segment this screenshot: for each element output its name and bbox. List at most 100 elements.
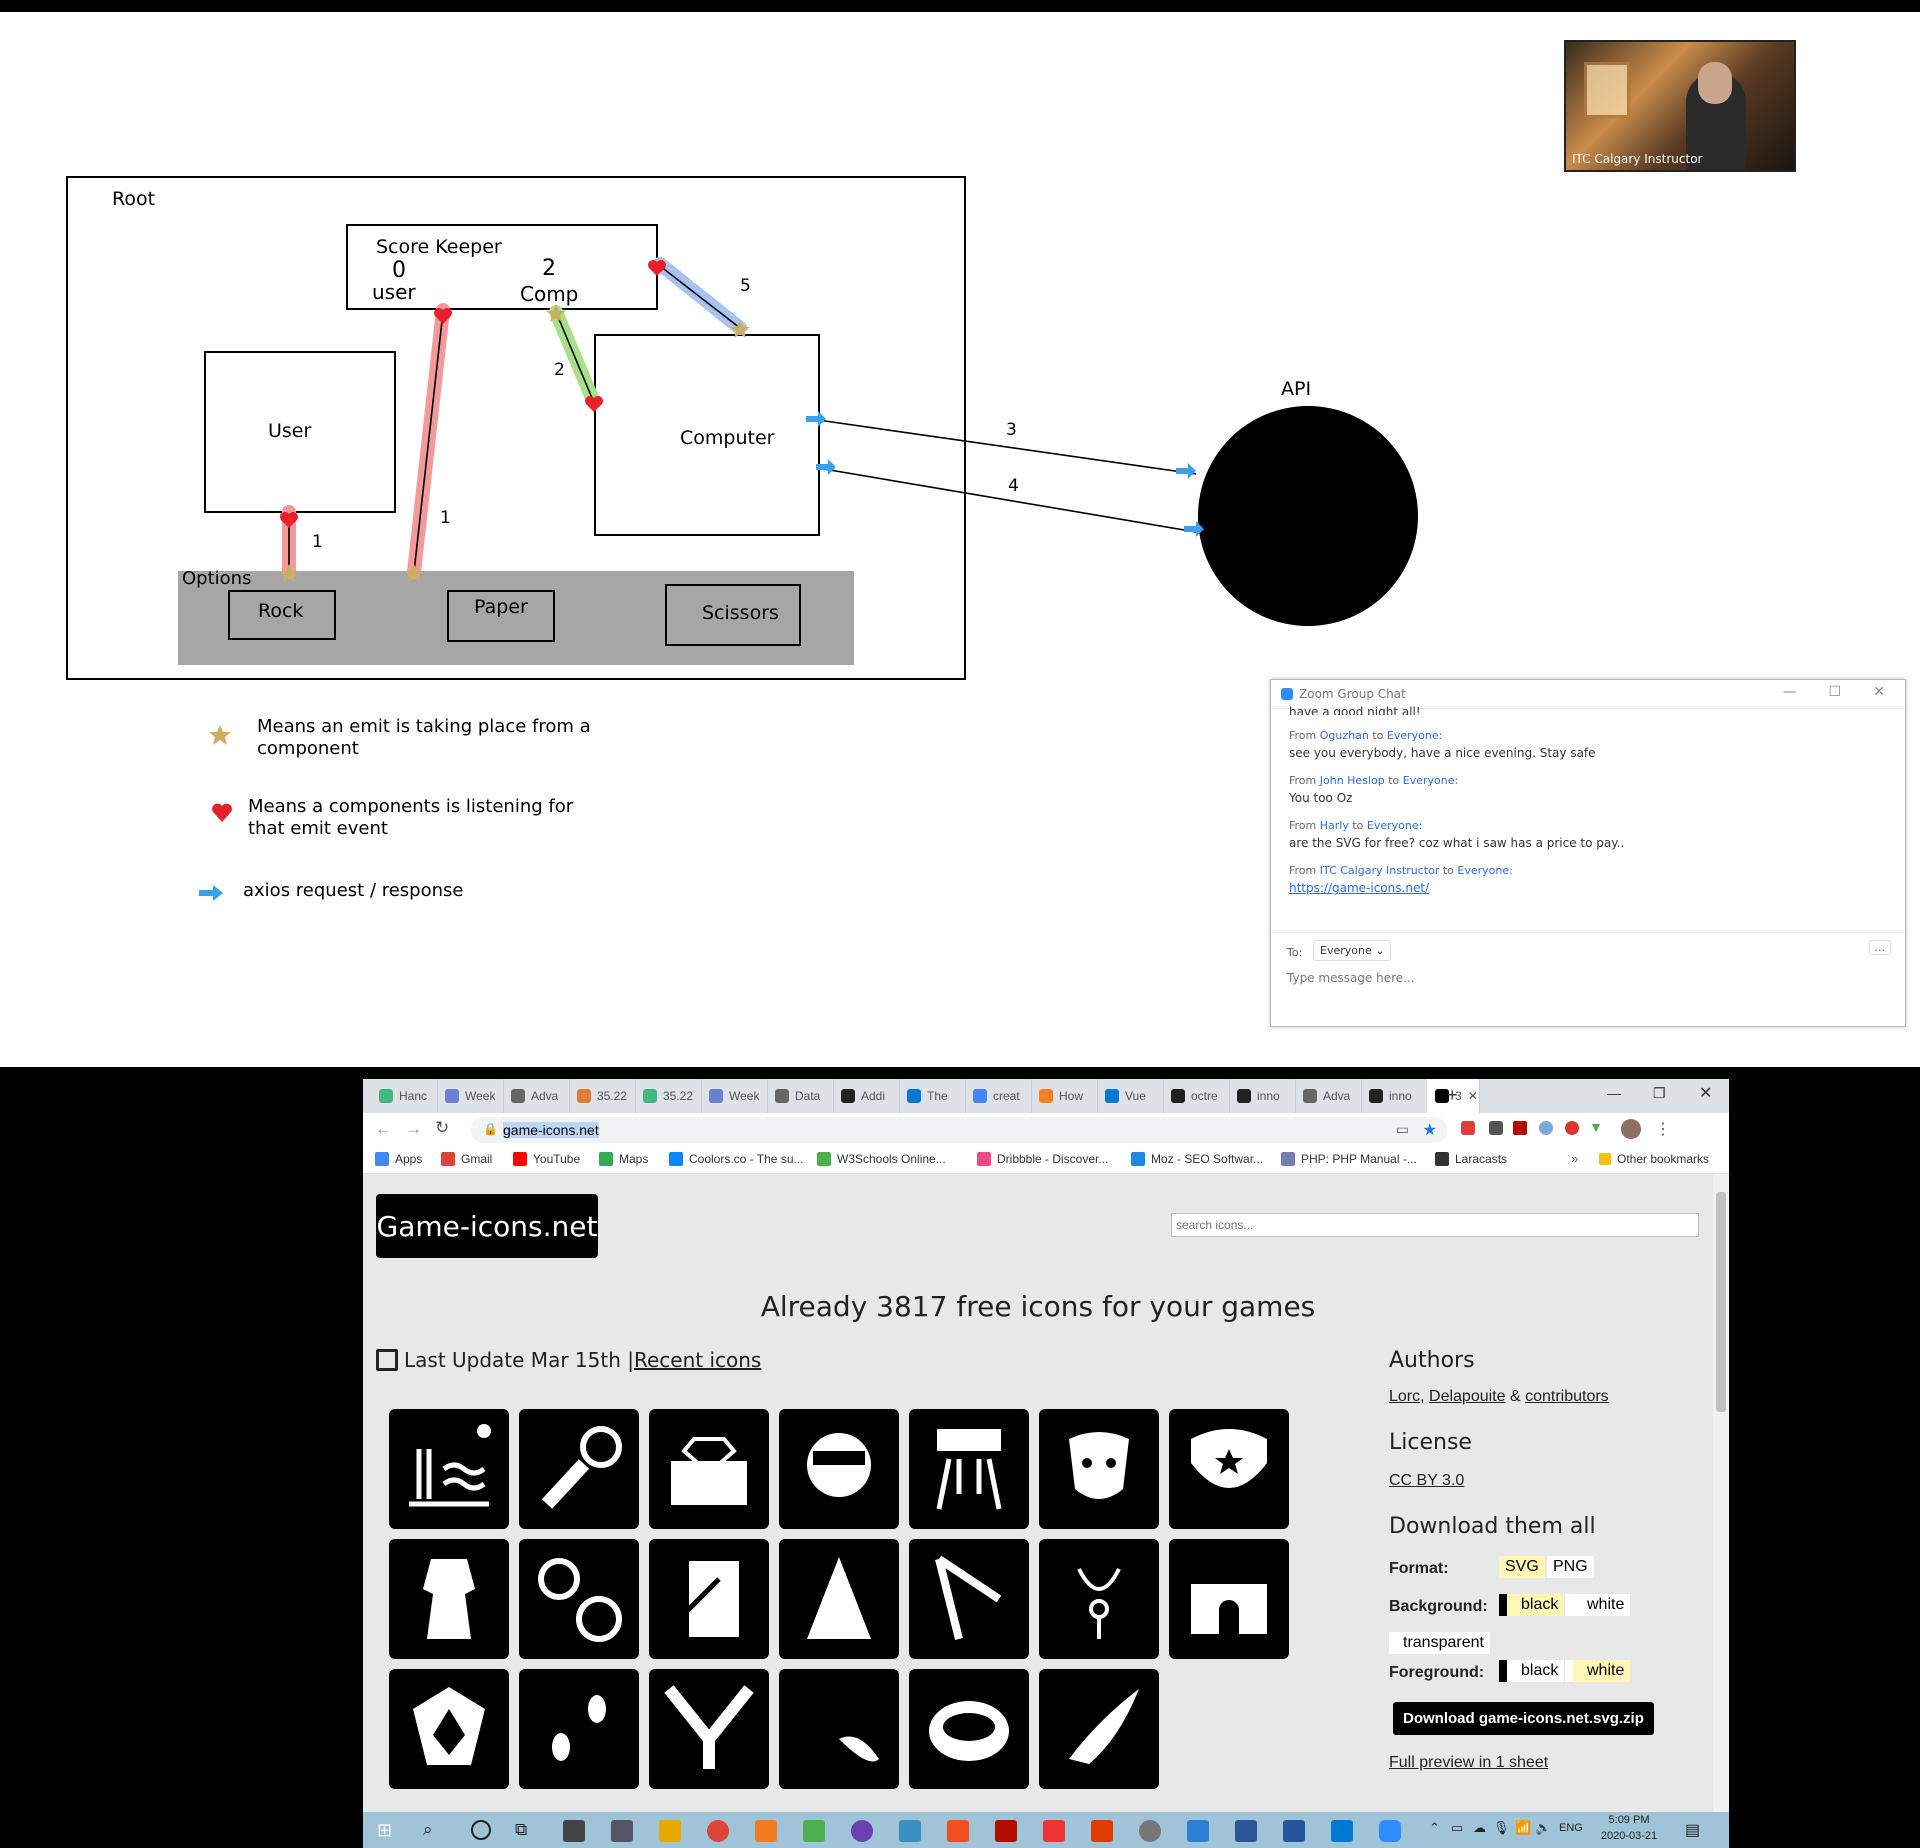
- windows-start-icon[interactable]: ⊞: [377, 1820, 392, 1841]
- soldier-hat-icon[interactable]: [1169, 1409, 1289, 1529]
- close-icon[interactable]: ✕: [1873, 684, 1885, 700]
- browser-tab[interactable]: Data: [767, 1079, 834, 1113]
- chrome-icon[interactable]: [707, 1820, 729, 1842]
- chat-message-input[interactable]: [1285, 970, 1879, 986]
- full-preview-link[interactable]: Full preview in 1 sheet: [1389, 1754, 1548, 1772]
- browser-tab[interactable]: Vue: [1097, 1079, 1164, 1113]
- bookmark-item[interactable]: Laracasts: [1435, 1147, 1507, 1171]
- site-logo[interactable]: Game-icons.net: [376, 1194, 598, 1258]
- watch-icon[interactable]: [519, 1539, 639, 1659]
- jewel-box-icon[interactable]: [649, 1409, 769, 1529]
- bookmark-item[interactable]: Apps: [375, 1147, 422, 1171]
- pearl-shell-icon[interactable]: [909, 1669, 1029, 1789]
- recipient[interactable]: Everyone:: [1367, 819, 1422, 832]
- bookmark-item[interactable]: W3Schools Online...: [817, 1147, 946, 1171]
- other-bookmarks[interactable]: Other bookmarks: [1617, 1152, 1709, 1166]
- language-indicator[interactable]: ENG: [1559, 1822, 1583, 1834]
- close-tab-icon[interactable]: ✕: [1468, 1089, 1478, 1103]
- chat-message-link[interactable]: https://game-icons.net/: [1289, 881, 1905, 895]
- recipient[interactable]: Everyone:: [1403, 774, 1458, 787]
- volume-icon[interactable]: 🔊: [1535, 1820, 1551, 1836]
- kebab-menu-icon[interactable]: ⋮: [1655, 1119, 1671, 1139]
- recipient-dropdown[interactable]: Everyone ⌄: [1313, 940, 1392, 961]
- author-delapouite-link[interactable]: Delapouite: [1429, 1388, 1506, 1405]
- avatar[interactable]: [1621, 1119, 1641, 1139]
- browser-tab[interactable]: The: [899, 1079, 966, 1113]
- background-black-option[interactable]: black: [1499, 1594, 1565, 1616]
- page-scrollbar[interactable]: [1713, 1174, 1729, 1812]
- tray-expand-icon[interactable]: ⌃: [1429, 1820, 1440, 1836]
- extension-icon[interactable]: [1539, 1121, 1553, 1135]
- wifi-icon[interactable]: 📶: [1515, 1820, 1531, 1836]
- figma-icon[interactable]: [947, 1820, 969, 1842]
- clock-time[interactable]: 5:09 PM: [1599, 1814, 1659, 1826]
- cloud-icon[interactable]: ☁: [1473, 1820, 1486, 1836]
- app-icon[interactable]: [851, 1820, 873, 1842]
- bookmarks-overflow[interactable]: »: [1571, 1151, 1578, 1166]
- color-picker-extension-icon[interactable]: [1489, 1121, 1503, 1135]
- robot-claw-icon[interactable]: [909, 1409, 1029, 1529]
- maximize-icon[interactable]: ☐: [1828, 684, 1841, 700]
- shield-icon[interactable]: [389, 1669, 509, 1789]
- bookmark-item[interactable]: Coolors.co - The su...: [669, 1147, 804, 1171]
- browser-tab[interactable]: Hanc: [371, 1079, 438, 1113]
- restore-window-icon[interactable]: ❐: [1653, 1085, 1666, 1102]
- browser-tab[interactable]: Addi: [833, 1079, 900, 1113]
- bookmark-item[interactable]: Maps: [599, 1147, 648, 1171]
- sender[interactable]: John Heslop: [1320, 774, 1385, 787]
- remote-desktop-icon[interactable]: [1187, 1820, 1209, 1842]
- browser-tab[interactable]: inno: [1361, 1079, 1428, 1113]
- license-link[interactable]: CC BY 3.0: [1389, 1472, 1464, 1490]
- app-icon[interactable]: [899, 1820, 921, 1842]
- broom-icon[interactable]: [779, 1669, 899, 1789]
- footprints-icon[interactable]: [519, 1669, 639, 1789]
- search-input[interactable]: [1171, 1213, 1699, 1237]
- sourcetree-icon[interactable]: [803, 1820, 825, 1842]
- prism-icon[interactable]: [909, 1539, 1029, 1659]
- zoom-taskbar-icon[interactable]: [1379, 1820, 1401, 1842]
- forward-icon[interactable]: →: [405, 1119, 422, 1139]
- tower-icon[interactable]: [779, 1539, 899, 1659]
- sender[interactable]: ITC Calgary Instructor: [1320, 864, 1440, 877]
- word-icon[interactable]: [1235, 1820, 1257, 1842]
- vue-devtools-icon[interactable]: ▼: [1589, 1119, 1603, 1135]
- foreground-black-option[interactable]: black: [1499, 1660, 1565, 1682]
- aviator-icon[interactable]: [779, 1409, 899, 1529]
- tree-split-icon[interactable]: [649, 1669, 769, 1789]
- browser-tab[interactable]: Adva: [503, 1079, 570, 1113]
- browser-tab[interactable]: 35.22: [635, 1079, 702, 1113]
- cast-icon[interactable]: ▭: [1396, 1121, 1409, 1138]
- office-icon[interactable]: [1091, 1820, 1113, 1842]
- foreground-white-option[interactable]: white: [1565, 1660, 1631, 1682]
- dress-icon[interactable]: [389, 1539, 509, 1659]
- microphone-icon[interactable]: 🎙: [1493, 1820, 1510, 1836]
- recipient[interactable]: Everyone:: [1387, 729, 1442, 742]
- download-zip-button[interactable]: Download game-icons.net.svg.zip: [1393, 1702, 1654, 1735]
- bookmark-item[interactable]: Dribbble - Discover...: [977, 1147, 1108, 1171]
- quill-scroll-icon[interactable]: [649, 1539, 769, 1659]
- sender[interactable]: Harly: [1320, 819, 1349, 832]
- browser-tab[interactable]: 35.22: [569, 1079, 636, 1113]
- browser-tab[interactable]: creat: [965, 1079, 1032, 1113]
- vscode-icon[interactable]: [1331, 1820, 1353, 1842]
- winged-arm-icon[interactable]: [1039, 1669, 1159, 1789]
- background-white-option[interactable]: white: [1565, 1594, 1631, 1616]
- minimize-window-icon[interactable]: —: [1607, 1085, 1621, 1101]
- minimize-icon[interactable]: —: [1783, 684, 1797, 700]
- pdf-extension-icon[interactable]: [1513, 1121, 1527, 1135]
- recent-icons-link[interactable]: Recent icons: [634, 1348, 761, 1372]
- calculator-icon[interactable]: [563, 1820, 585, 1842]
- beach-icon[interactable]: [389, 1409, 509, 1529]
- reload-icon[interactable]: ↻: [435, 1118, 449, 1138]
- extension-icon[interactable]: [1565, 1121, 1579, 1135]
- address-bar[interactable]: 🔒 game-icons.net ▭ ★: [471, 1117, 1447, 1143]
- bookmark-item[interactable]: Gmail: [441, 1147, 492, 1171]
- app-icon[interactable]: [611, 1820, 633, 1842]
- app-icon[interactable]: [1043, 1820, 1065, 1842]
- search-icon[interactable]: ⌕: [423, 1820, 433, 1840]
- background-transparent-option[interactable]: transparent: [1389, 1632, 1490, 1654]
- bookmark-star-icon[interactable]: ★: [1423, 1120, 1437, 1140]
- sword-grapple-icon[interactable]: [519, 1409, 639, 1529]
- browser-tab[interactable]: inno: [1229, 1079, 1296, 1113]
- notification-center-icon[interactable]: ▤: [1685, 1820, 1700, 1840]
